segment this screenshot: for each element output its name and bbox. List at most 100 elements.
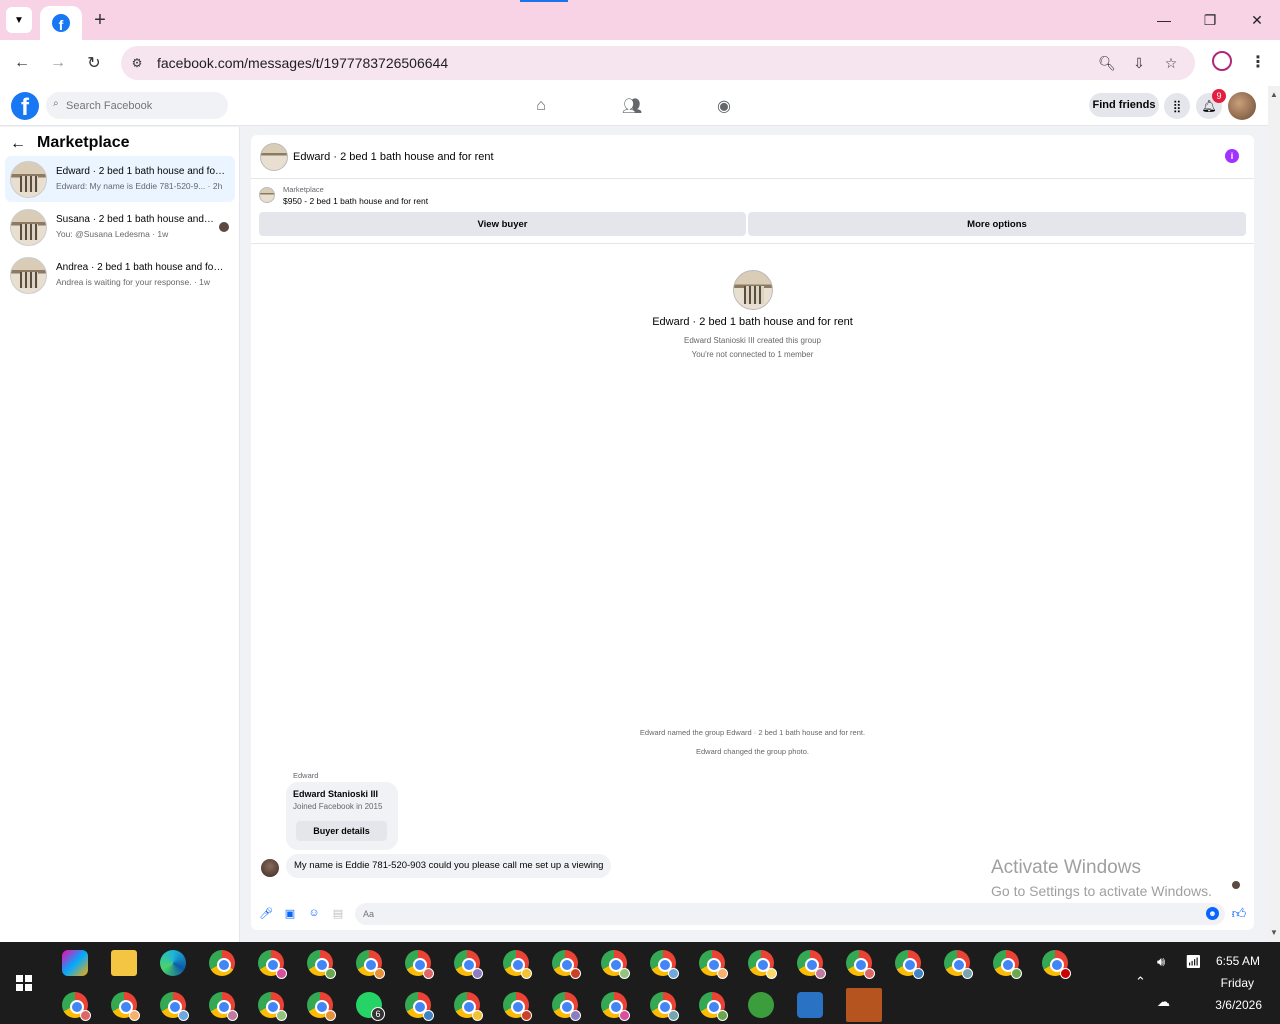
- chrome-profile-icon[interactable]: [503, 950, 532, 979]
- sticker-icon[interactable]: ☺: [307, 906, 321, 920]
- find-friends-button[interactable]: Find friends: [1089, 93, 1159, 117]
- listing-title[interactable]: $950 - 2 bed 1 bath house and for rent: [283, 196, 428, 206]
- chrome-profile-icon[interactable]: [111, 992, 140, 1021]
- chrome-profile-icon[interactable]: [503, 992, 532, 1021]
- volume-icon[interactable]: 🔊︎: [1157, 954, 1165, 970]
- chrome-profile-icon[interactable]: [258, 950, 287, 979]
- chrome-profile-icon[interactable]: [307, 992, 336, 1021]
- scroll-up-icon[interactable]: ▲: [1270, 90, 1278, 99]
- zoom-icon[interactable]: 🔍︎: [1098, 54, 1116, 72]
- restore-button[interactable]: ❐: [1198, 8, 1222, 32]
- clock-day[interactable]: Friday: [1200, 976, 1254, 990]
- info-icon[interactable]: i: [1225, 149, 1239, 163]
- show-hidden-icons[interactable]: ⌃: [1135, 974, 1146, 990]
- listing-thumbnail[interactable]: [259, 187, 275, 203]
- browser-menu-icon[interactable]: ⋮: [1250, 50, 1266, 74]
- chrome-profile-icon[interactable]: [307, 950, 336, 979]
- search-input[interactable]: [46, 92, 228, 119]
- chrome-profile-icon[interactable]: [454, 950, 483, 979]
- chrome-profile-icon[interactable]: [1042, 950, 1071, 979]
- onedrive-cloud-icon[interactable]: ☁: [1157, 994, 1170, 1010]
- microphone-icon[interactable]: 🎤︎: [259, 906, 273, 920]
- minimize-button[interactable]: —: [1152, 8, 1176, 32]
- profile-badge-icon: [521, 1010, 532, 1021]
- tab-search-dropdown[interactable]: ▼: [6, 7, 32, 33]
- utorrent-icon[interactable]: [748, 992, 774, 1018]
- tab-facebook[interactable]: f: [40, 6, 82, 40]
- chat-avatar[interactable]: [260, 143, 288, 171]
- clock-time[interactable]: 6:55 AM: [1200, 954, 1260, 968]
- chrome-profile-icon[interactable]: [846, 950, 875, 979]
- buyer-details-button[interactable]: Buyer details: [296, 821, 387, 841]
- new-tab-button[interactable]: +: [90, 9, 110, 31]
- address-bar[interactable]: ⚙ facebook.com/messages/t/19777837265066…: [121, 46, 1195, 80]
- gif-icon[interactable]: ▤: [331, 906, 345, 920]
- chrome-profile-icon[interactable]: [160, 992, 189, 1021]
- chrome-profile-icon[interactable]: [552, 950, 581, 979]
- group-name: Edward · 2 bed 1 bath house and for rent: [652, 316, 853, 328]
- file-explorer-icon[interactable]: [111, 950, 137, 976]
- chrome-profile-icon[interactable]: [748, 950, 777, 979]
- buyer-card: Edward Stanioski III Joined Facebook in …: [286, 782, 398, 850]
- edge-icon[interactable]: [160, 950, 186, 976]
- site-settings-icon[interactable]: ⚙: [129, 55, 145, 71]
- remote-desktop-icon[interactable]: [797, 992, 823, 1018]
- back-button[interactable]: ←: [10, 51, 34, 75]
- chrome-profile-icon[interactable]: [650, 950, 679, 979]
- emoji-icon[interactable]: ☻: [1206, 907, 1219, 920]
- message-input[interactable]: [355, 903, 1225, 925]
- chrome-profile-icon[interactable]: [405, 992, 434, 1021]
- close-window-button[interactable]: ✕: [1245, 8, 1269, 32]
- menu-grid-icon[interactable]: ⣿: [1164, 93, 1190, 119]
- conversation-item-andrea[interactable]: Andrea · 2 bed 1 bath house and for rent…: [5, 252, 235, 298]
- browser-tab-strip: ▼ f + — ❐ ✕: [0, 0, 1280, 40]
- chrome-profile-icon[interactable]: [405, 950, 434, 979]
- reload-button[interactable]: ↻: [82, 51, 106, 75]
- chrome-profile-icon[interactable]: [601, 992, 630, 1021]
- message-bubble[interactable]: My name is Eddie 781-520-903 could you p…: [286, 854, 612, 878]
- chat-title[interactable]: Edward · 2 bed 1 bath house and for rent: [293, 151, 494, 163]
- more-options-button[interactable]: More options: [748, 212, 1246, 236]
- friends-icon[interactable]: 👥︎: [620, 94, 644, 118]
- sender-avatar[interactable]: [261, 859, 279, 877]
- url-text[interactable]: facebook.com/messages/t/1977783726506644: [157, 55, 448, 71]
- facebook-logo-icon[interactable]: f: [11, 92, 39, 120]
- chrome-profile-icon[interactable]: [699, 992, 728, 1021]
- chrome-profile-icon[interactable]: [944, 950, 973, 979]
- photo-icon[interactable]: ▣: [283, 906, 297, 920]
- page-scrollbar[interactable]: ▲ ▼: [1268, 86, 1280, 942]
- conversation-item-susana[interactable]: Susana · 2 bed 1 bath house and for rent…: [5, 204, 235, 250]
- chrome-profile-icon[interactable]: [258, 992, 287, 1021]
- whatsapp-icon[interactable]: 6: [356, 992, 385, 1021]
- chrome-profile-icon[interactable]: [797, 950, 826, 979]
- chrome-profile-icon[interactable]: [454, 992, 483, 1021]
- windows-start-icon[interactable]: [16, 975, 32, 991]
- chrome-profile-icon[interactable]: [993, 950, 1022, 979]
- forward-button[interactable]: →: [46, 51, 70, 75]
- home-icon[interactable]: ⌂: [529, 94, 553, 118]
- chrome-profile-icon[interactable]: [62, 992, 91, 1021]
- chrome-profile-icon[interactable]: [699, 950, 728, 979]
- pinned-app-icon[interactable]: [846, 988, 882, 1022]
- chrome-profile-icon[interactable]: [895, 950, 924, 979]
- read-receipt-avatar: [219, 222, 229, 232]
- conversation-item-edward[interactable]: Edward · 2 bed 1 bath house and for rent…: [5, 156, 235, 202]
- copilot-icon[interactable]: [62, 950, 88, 976]
- back-arrow-icon[interactable]: ←: [10, 135, 26, 153]
- groups-icon[interactable]: ◉: [712, 94, 736, 118]
- install-app-icon[interactable]: ⇩: [1130, 54, 1148, 72]
- chrome-profile-icon[interactable]: [552, 992, 581, 1021]
- scroll-down-icon[interactable]: ▼: [1270, 928, 1278, 937]
- chrome-profile-icon[interactable]: [650, 992, 679, 1021]
- chrome-profile-icon[interactable]: [601, 950, 630, 979]
- chrome-profile-icon[interactable]: [356, 950, 385, 979]
- clock-date[interactable]: 3/6/2026: [1200, 998, 1262, 1012]
- account-avatar[interactable]: [1228, 92, 1256, 120]
- marketplace-label: Marketplace: [283, 185, 324, 194]
- chrome-icon[interactable]: [209, 950, 235, 976]
- bookmark-star-icon[interactable]: ☆: [1162, 54, 1180, 72]
- view-buyer-button[interactable]: View buyer: [259, 212, 746, 236]
- profile-icon[interactable]: [1212, 51, 1232, 71]
- chrome-profile-icon[interactable]: [209, 992, 238, 1021]
- thumbs-up-icon[interactable]: 👍︎: [1231, 905, 1247, 921]
